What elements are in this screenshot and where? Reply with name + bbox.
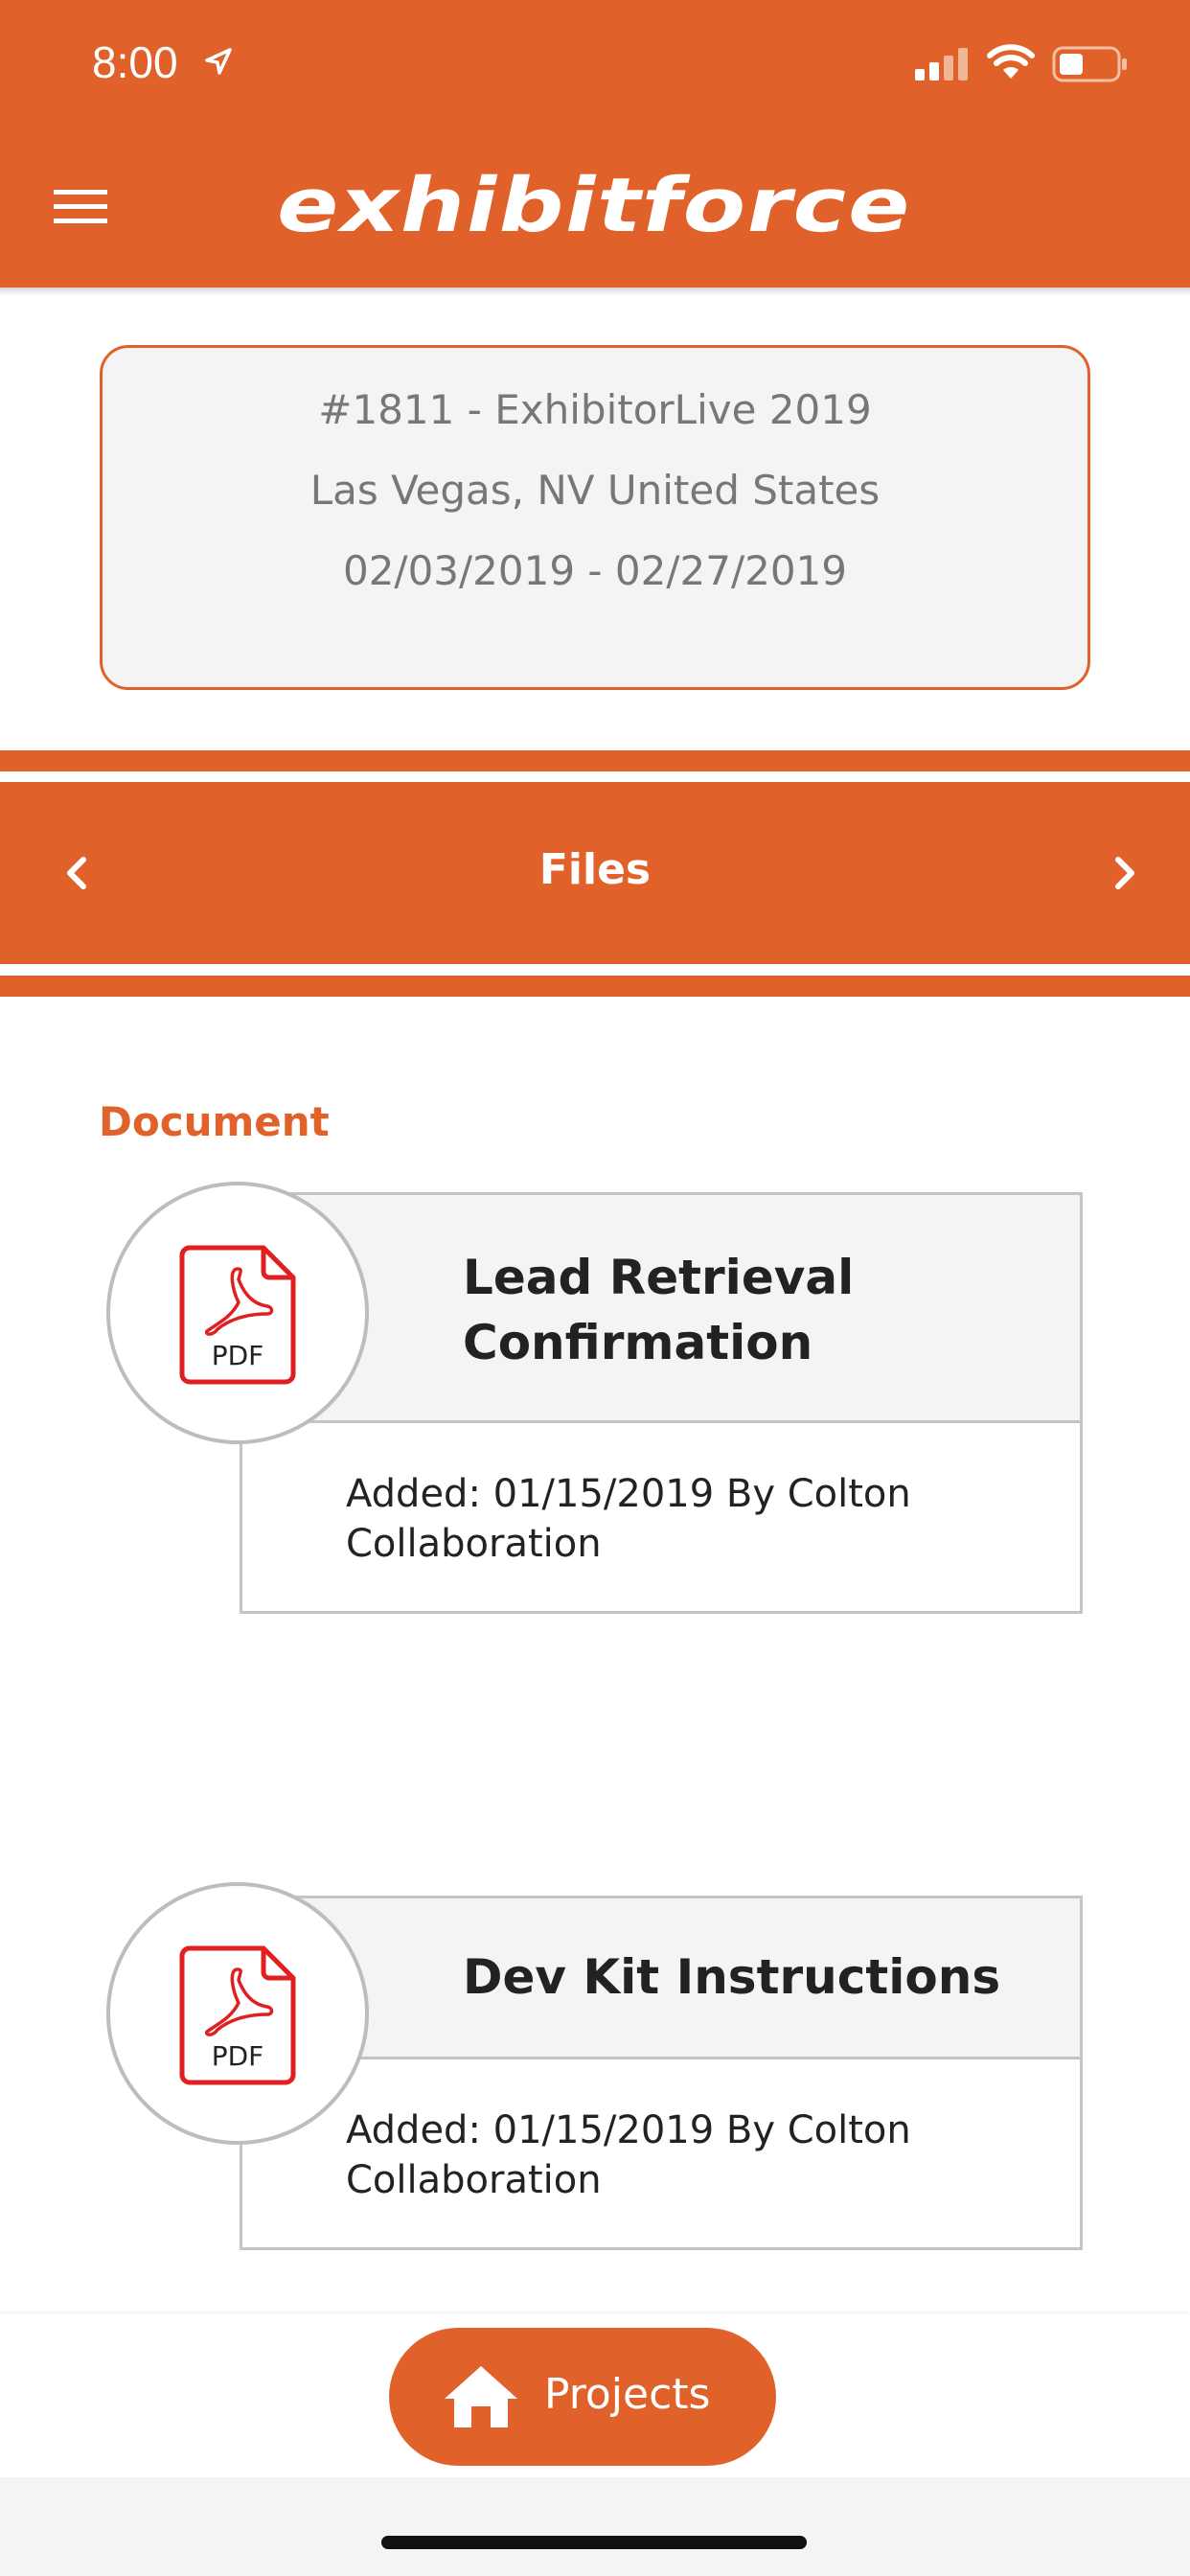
projects-button-label: Projects (544, 2370, 711, 2419)
file-meta-line: Added: 01/15/2019 By Colton (346, 1472, 911, 1516)
file-card-lead-retrieval[interactable]: Lead Retrieval Confirmation Added: 01/15… (240, 1192, 1083, 1614)
file-icon-circle: PDF (106, 1182, 369, 1444)
nav-stripe-bottom (0, 976, 1190, 997)
app-header: 8:00 exhibitforce (0, 0, 1190, 288)
file-title-area: Dev Kit Instructions (242, 1898, 1080, 2059)
status-time: 8:00 (92, 37, 178, 87)
chevron-right-icon[interactable] (1100, 849, 1148, 897)
bottom-safe-area (0, 2477, 1190, 2576)
nav-stripe-top (0, 750, 1190, 771)
file-meta-line: Collaboration (346, 2158, 602, 2202)
home-indicator (381, 2536, 807, 2549)
location-arrow-icon (205, 48, 232, 75)
file-card-dev-kit[interactable]: Dev Kit Instructions Added: 01/15/2019 B… (240, 1896, 1083, 2250)
project-dates: 02/03/2019 - 02/27/2019 (342, 547, 847, 594)
header-shadow (0, 288, 1190, 295)
section-title: Files (538, 845, 652, 894)
pdf-file-icon: PDF (179, 1945, 296, 2085)
cellular-signal-icon (915, 48, 968, 80)
file-title-line: Lead Retrieval (463, 1250, 855, 1305)
document-section-label: Document (99, 1098, 330, 1145)
wifi-icon (987, 44, 1035, 79)
brand-logo: exhibitforce (268, 163, 922, 249)
projects-button[interactable]: Projects (389, 2328, 776, 2466)
file-title-line: Dev Kit Instructions (463, 1949, 1001, 2005)
pdf-icon-label: PDF (212, 1340, 264, 1371)
project-location: Las Vegas, NV United States (309, 467, 881, 514)
file-meta-line: Added: 01/15/2019 By Colton (346, 2108, 911, 2152)
pdf-icon-label: PDF (212, 2040, 264, 2072)
file-icon-circle: PDF (106, 1882, 369, 2145)
home-icon (445, 2366, 517, 2427)
bottom-bar: Projects (0, 2314, 1190, 2477)
section-navigator: Files (0, 782, 1190, 964)
file-title-line: Confirmation (463, 1315, 813, 1370)
project-summary-card: #1811 - ExhibitorLive 2019 Las Vegas, NV… (100, 345, 1090, 690)
project-title: #1811 - ExhibitorLive 2019 (318, 386, 872, 433)
pdf-file-icon: PDF (179, 1245, 296, 1385)
file-meta-line: Collaboration (346, 1522, 602, 1566)
battery-icon (1052, 46, 1127, 82)
